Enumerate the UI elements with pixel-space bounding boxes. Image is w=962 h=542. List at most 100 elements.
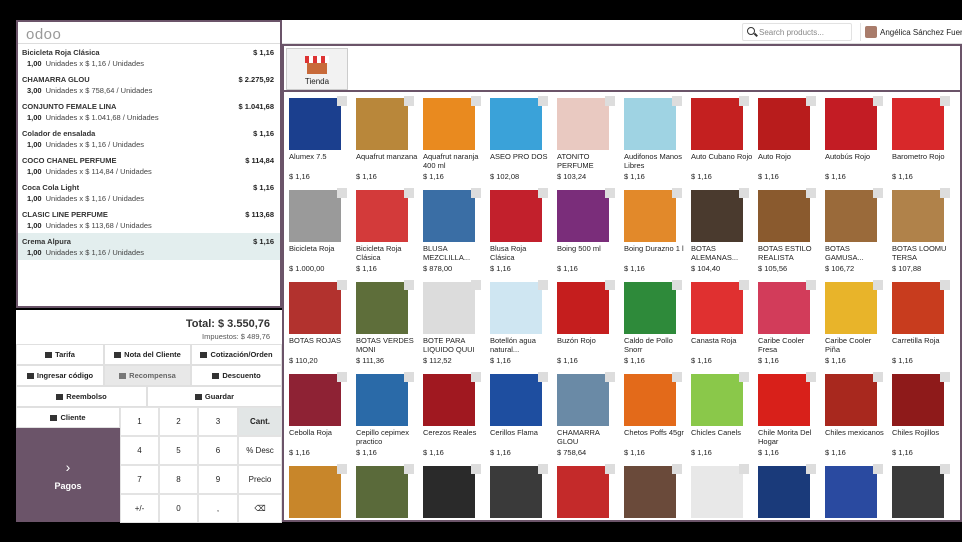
numpad-key[interactable]: ⌫: [238, 494, 282, 523]
product-name: Chiles Rojillos: [892, 428, 940, 437]
product-card[interactable]: [353, 462, 419, 520]
product-card[interactable]: Caribe Cooler Fresa $ 1,16: [755, 278, 821, 370]
product-card[interactable]: Cerezos Reales $ 1,16: [420, 370, 486, 462]
product-card[interactable]: Cebolla Roja $ 1,16: [286, 370, 352, 462]
order-line-price: $ 1.041,68: [238, 102, 274, 111]
product-card[interactable]: BLUSA MEZCLILLA... $ 878,00: [420, 186, 486, 278]
product-card[interactable]: Bicicleta Roja Clásica $ 1,16: [353, 186, 419, 278]
enter-code-button[interactable]: Ingresar código: [16, 365, 104, 386]
product-card[interactable]: BOTAS ALEMANAS... $ 104,40: [688, 186, 754, 278]
order-line-detail: 1,00 Unidades x $ 114,84 / Unidades: [22, 167, 276, 176]
order-line[interactable]: CHAMARRA GLOU $ 2.275,92 3,00 Unidades x $ …: [18, 71, 280, 98]
product-card[interactable]: Chicles Canels $ 1,16: [688, 370, 754, 462]
product-card[interactable]: [554, 462, 620, 520]
discount-button[interactable]: Descuento: [191, 365, 282, 386]
order-line[interactable]: Colador de ensalada $ 1,16 1,00 Unidades x …: [18, 125, 280, 152]
numpad-key[interactable]: 3: [198, 407, 238, 436]
product-card[interactable]: [755, 462, 821, 520]
product-card[interactable]: Cerillos Flama $ 1,16: [487, 370, 553, 462]
product-card[interactable]: Buzón Rojo $ 1,16: [554, 278, 620, 370]
order-line-price: $ 1,16: [253, 237, 274, 246]
numpad-key[interactable]: 4: [120, 436, 159, 465]
numpad-key[interactable]: +/-: [120, 494, 159, 523]
product-card[interactable]: Aquafrut naranja 400 ml $ 1,16: [420, 94, 486, 186]
numpad-key[interactable]: 1: [120, 407, 159, 436]
product-card[interactable]: Chetos Poffs 45gr $ 1,16: [621, 370, 687, 462]
order-line[interactable]: Crema Alpura $ 1,16 1,00 Unidades x $ 1,16 …: [18, 233, 280, 260]
quotation-button[interactable]: Cotización/Orden: [191, 344, 282, 365]
product-card[interactable]: Blusa Roja Clásica $ 1,16: [487, 186, 553, 278]
product-card[interactable]: Autobús Rojo $ 1,16: [822, 94, 888, 186]
product-card[interactable]: [487, 462, 553, 520]
product-card[interactable]: Canasta Roja $ 1,16: [688, 278, 754, 370]
numpad-key[interactable]: % Desc: [238, 436, 282, 465]
customer-note-button[interactable]: Nota del Cliente: [104, 344, 191, 365]
payment-button[interactable]: › Pagos: [16, 428, 120, 522]
product-image: [825, 98, 877, 150]
product-card[interactable]: ASEO PRO DOS $ 102,08: [487, 94, 553, 186]
numpad-key[interactable]: 2: [159, 407, 198, 436]
numpad-key[interactable]: 0: [159, 494, 198, 523]
product-card[interactable]: Audifonos Manos Libres $ 1,16: [621, 94, 687, 186]
product-card[interactable]: Chile Morita Del Hogar $ 1,16: [755, 370, 821, 462]
product-card[interactable]: Boing 500 ml $ 1,16: [554, 186, 620, 278]
order-line[interactable]: COCO CHANEL PERFUME $ 114,84 1,00 Unidades …: [18, 152, 280, 179]
product-card[interactable]: [688, 462, 754, 520]
product-card[interactable]: Botellón agua natural... $ 1,16: [487, 278, 553, 370]
product-name: BLUSA MEZCLILLA...: [423, 244, 471, 262]
product-name: BOTAS LOOMU TERSA: [892, 244, 947, 262]
product-card[interactable]: BOTAS ESTILO REALISTA $ 105,56: [755, 186, 821, 278]
product-card[interactable]: BOTAS VERDES MONI $ 111,36: [353, 278, 419, 370]
search-input[interactable]: Search products...: [742, 23, 852, 41]
order-line[interactable]: CLASIC LINE PERFUME $ 113,68 1,00 Unidades …: [18, 206, 280, 233]
order-line[interactable]: CONJUNTO FEMALE LINA $ 1.041,68 1,00 Unidad…: [18, 98, 280, 125]
numpad-key[interactable]: 5: [159, 436, 198, 465]
product-card[interactable]: Alumex 7.5 $ 1,16: [286, 94, 352, 186]
product-card[interactable]: Cepillo cepimex practico $ 1,16: [353, 370, 419, 462]
product-card[interactable]: Auto Rojo $ 1,16: [755, 94, 821, 186]
product-card[interactable]: Aquafrut manzana $ 1,16: [353, 94, 419, 186]
numpad-key[interactable]: Cant.: [238, 407, 282, 436]
numpad-key[interactable]: Precio: [238, 465, 282, 494]
product-card[interactable]: BOTAS ROJAS $ 110,20: [286, 278, 352, 370]
product-card[interactable]: ATONITO PERFUME $ 103,24: [554, 94, 620, 186]
product-card[interactable]: Barometro Rojo $ 1,16: [889, 94, 955, 186]
reward-button[interactable]: Recompensa: [104, 365, 191, 386]
user-menu[interactable]: Angélica Sánchez Fuentes: [860, 23, 962, 41]
numpad-key[interactable]: 6: [198, 436, 238, 465]
product-card[interactable]: Caldo de Pollo Snorr $ 1,16: [621, 278, 687, 370]
product-card[interactable]: [822, 462, 888, 520]
refund-button[interactable]: Reembolso: [16, 386, 147, 407]
product-card[interactable]: CHAMARRA GLOU $ 758,64: [554, 370, 620, 462]
order-line[interactable]: Coca Cola Light $ 1,16 1,00 Unidades x $ 1,…: [18, 179, 280, 206]
product-card[interactable]: [420, 462, 486, 520]
tarifa-button[interactable]: Tarifa: [16, 344, 104, 365]
save-button[interactable]: Guardar: [147, 386, 282, 407]
product-card[interactable]: Auto Cubano Rojo $ 1,16: [688, 94, 754, 186]
product-image: [423, 466, 475, 518]
product-card[interactable]: Chiles Rojillos $ 1,16: [889, 370, 955, 462]
product-card[interactable]: [889, 462, 955, 520]
customer-button[interactable]: Cliente: [16, 407, 120, 428]
product-card[interactable]: [621, 462, 687, 520]
product-card[interactable]: BOTAS GAMUSA... $ 106,72: [822, 186, 888, 278]
product-card[interactable]: BOTE PARA LIQUIDO QUUI $ 112,52: [420, 278, 486, 370]
numpad-key[interactable]: 8: [159, 465, 198, 494]
numpad-key[interactable]: 7: [120, 465, 159, 494]
product-card[interactable]: Chiles mexicanos $ 1,16: [822, 370, 888, 462]
enter-code-label: Ingresar código: [36, 371, 94, 380]
product-name: Cebolla Roja: [289, 428, 332, 437]
product-card[interactable]: Caribe Cooler Piña $ 1,16: [822, 278, 888, 370]
product-card[interactable]: BOTAS LOOMU TERSA $ 107,88: [889, 186, 955, 278]
product-price: $ 1,16: [691, 356, 712, 365]
numpad-key[interactable]: 9: [198, 465, 238, 494]
product-card[interactable]: Bicicleta Roja $ 1.000,00: [286, 186, 352, 278]
product-card[interactable]: Boing Durazno 1 l $ 1,16: [621, 186, 687, 278]
tarifa-label: Tarifa: [55, 350, 75, 359]
product-name: Auto Cubano Rojo: [691, 152, 753, 161]
order-line[interactable]: Bicicleta Roja Clásica $ 1,16 1,00 Unidades…: [18, 44, 280, 71]
product-card[interactable]: Carretilla Roja $ 1,16: [889, 278, 955, 370]
product-card[interactable]: [286, 462, 352, 520]
numpad-key[interactable]: ,: [198, 494, 238, 523]
category-tienda[interactable]: Tienda: [286, 48, 348, 90]
